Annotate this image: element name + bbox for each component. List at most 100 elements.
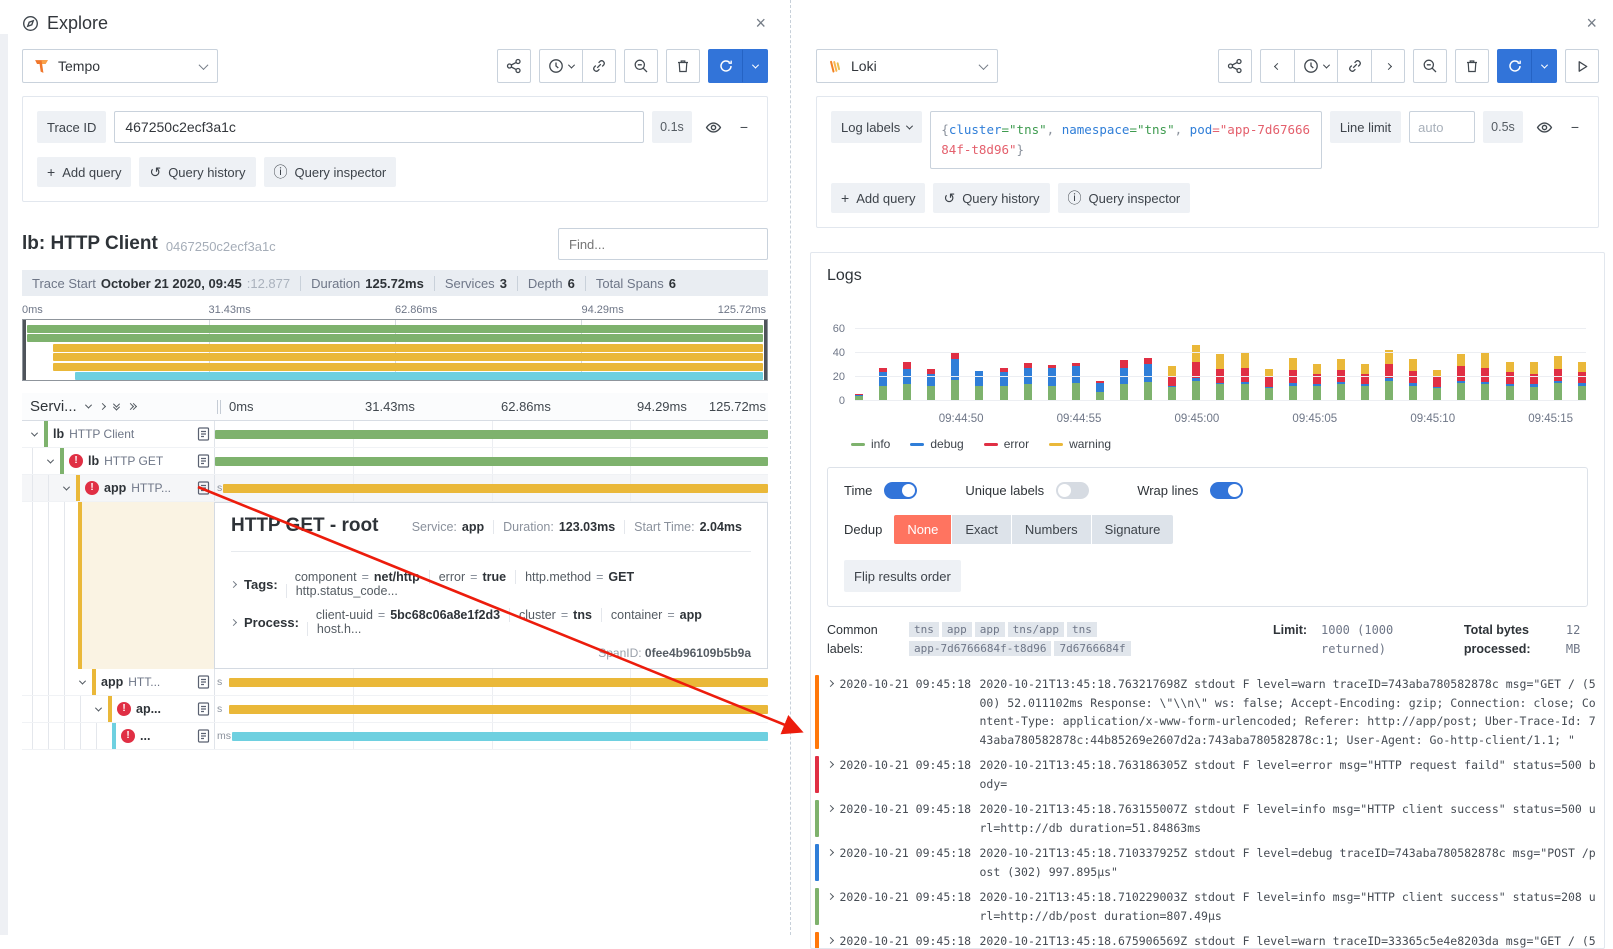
span-row[interactable]: appHTT...s [22,669,768,696]
add-query-button[interactable]: +Add query [37,157,131,187]
span-timeline[interactable] [214,421,768,447]
span-row[interactable]: !...ms [22,723,768,750]
minimap-tick-labels: 0ms31.43ms62.86ms94.29ms125.72ms [22,304,768,319]
share-button[interactable] [497,49,531,83]
remove-query-button[interactable]: − [1566,111,1584,143]
chevron-right-icon[interactable] [826,805,833,812]
chevron-down-icon[interactable] [63,483,70,490]
document-icon[interactable] [197,427,214,441]
link-split-button[interactable] [582,49,616,83]
legend-item-info[interactable]: info [851,437,890,451]
span-bar[interactable] [229,705,768,714]
dedup-option-numbers[interactable]: Numbers [1012,515,1091,544]
pane-divider[interactable] [790,0,791,935]
span-bar[interactable] [223,484,768,493]
toggle-query-visibility-button[interactable] [1531,111,1558,143]
expand-all-icon[interactable] [128,404,136,409]
zoom-out-button[interactable] [1413,49,1447,83]
flip-results-order-button[interactable]: Flip results order [844,560,961,592]
remove-query-button[interactable]: − [735,111,753,143]
chevron-down-icon[interactable] [86,404,91,409]
time-range-button[interactable] [539,49,582,83]
log-row[interactable]: 2020-10-21 09:45:182020-10-21T13:45:18.7… [815,800,1600,837]
span-tags-row[interactable]: Tags: component=net/httperror=truehttp.m… [231,570,751,598]
datasource-picker-loki[interactable]: Loki [816,49,998,83]
run-query-dropdown-button[interactable] [742,49,768,83]
legend-item-error[interactable]: error [984,437,1029,451]
chevron-right-icon[interactable] [100,404,105,409]
document-icon[interactable] [197,481,214,495]
span-row[interactable]: lbHTTP Client [22,421,768,448]
datasource-picker-tempo[interactable]: Tempo [22,49,218,83]
wrap-lines-toggle[interactable] [1210,482,1243,499]
span-color-strip [44,421,48,447]
document-icon[interactable] [197,702,214,716]
chevron-down-icon[interactable] [95,704,102,711]
log-row[interactable]: 2020-10-21 09:45:182020-10-21T13:45:18.7… [815,888,1600,925]
chevron-right-icon[interactable] [826,893,833,900]
trace-find-input[interactable] [558,228,768,260]
live-tail-button[interactable] [1565,49,1599,83]
document-icon[interactable] [197,454,214,468]
log-row[interactable]: 2020-10-21 09:45:182020-10-21T13:45:18.7… [815,844,1600,881]
column-resize-handle[interactable] [217,400,221,414]
span-timeline[interactable]: s [214,669,768,695]
share-button[interactable] [1218,49,1252,83]
log-labels-button[interactable]: Log labels [831,111,922,143]
span-bar[interactable] [215,457,768,466]
span-process-row[interactable]: Process: client-uuid=5bc68c06a8e1f2d3clu… [231,608,751,636]
span-timeline[interactable]: s [214,696,768,722]
time-toggle[interactable] [884,482,917,499]
close-left-pane-button[interactable]: × [755,14,766,32]
log-row[interactable]: 2020-10-21 09:45:182020-10-21T13:45:18.7… [815,756,1600,793]
chevron-down-icon[interactable] [79,677,86,684]
shift-time-forward-button[interactable] [1371,49,1405,83]
remove-panel-button[interactable] [1455,49,1489,83]
span-timeline[interactable] [214,448,768,474]
trace-id-input[interactable] [114,111,644,143]
span-bar[interactable] [229,678,768,687]
span-timeline[interactable]: ms [214,723,768,749]
line-limit-input[interactable] [1409,111,1475,143]
remove-panel-button[interactable] [666,49,700,83]
query-history-button[interactable]: ↺Query history [139,157,255,187]
span-row[interactable]: !ap...s [22,696,768,723]
query-inspector-button[interactable]: ⓘQuery inspector [264,157,397,187]
span-bar[interactable] [215,430,768,439]
trace-minimap[interactable] [22,319,768,381]
chevron-right-icon[interactable] [826,849,833,856]
chevron-right-icon[interactable] [826,937,833,944]
chevron-right-icon[interactable] [826,761,833,768]
query-history-button[interactable]: ↺Query history [933,183,1049,213]
run-query-button[interactable] [1497,49,1531,83]
close-right-pane-button[interactable]: × [1586,14,1597,32]
span-row[interactable]: !lbHTTP GET [22,448,768,475]
dedup-option-none[interactable]: None [894,515,951,544]
run-query-button[interactable] [708,49,742,83]
span-timeline[interactable]: s [214,475,768,501]
span-bar[interactable] [232,732,768,741]
link-split-button[interactable] [1337,49,1371,83]
add-query-button[interactable]: +Add query [831,183,925,213]
collapse-all-icon[interactable] [114,403,119,411]
query-inspector-button[interactable]: ⓘQuery inspector [1058,183,1191,213]
legend-item-warning[interactable]: warning [1049,437,1111,451]
chevron-down-icon[interactable] [47,456,54,463]
chevron-right-icon[interactable] [826,680,833,687]
legend-item-debug[interactable]: debug [910,437,963,451]
chevron-down-icon[interactable] [31,429,38,436]
run-query-dropdown-button[interactable] [1531,49,1557,83]
toggle-query-visibility-button[interactable] [700,111,727,143]
document-icon[interactable] [197,675,214,689]
time-range-button[interactable] [1294,49,1337,83]
shift-time-back-button[interactable] [1260,49,1294,83]
unique-labels-toggle[interactable] [1056,482,1089,499]
log-row[interactable]: 2020-10-21 09:45:182020-10-21T13:45:18.7… [815,675,1600,749]
dedup-option-signature[interactable]: Signature [1092,515,1174,544]
span-row[interactable]: !appHTTP...s [22,475,768,502]
document-icon[interactable] [197,729,214,743]
logql-query-field[interactable]: {cluster="tns", namespace="tns", pod="ap… [930,111,1322,169]
zoom-out-button[interactable] [624,49,658,83]
dedup-option-exact[interactable]: Exact [952,515,1011,544]
refresh-icon [718,58,734,74]
